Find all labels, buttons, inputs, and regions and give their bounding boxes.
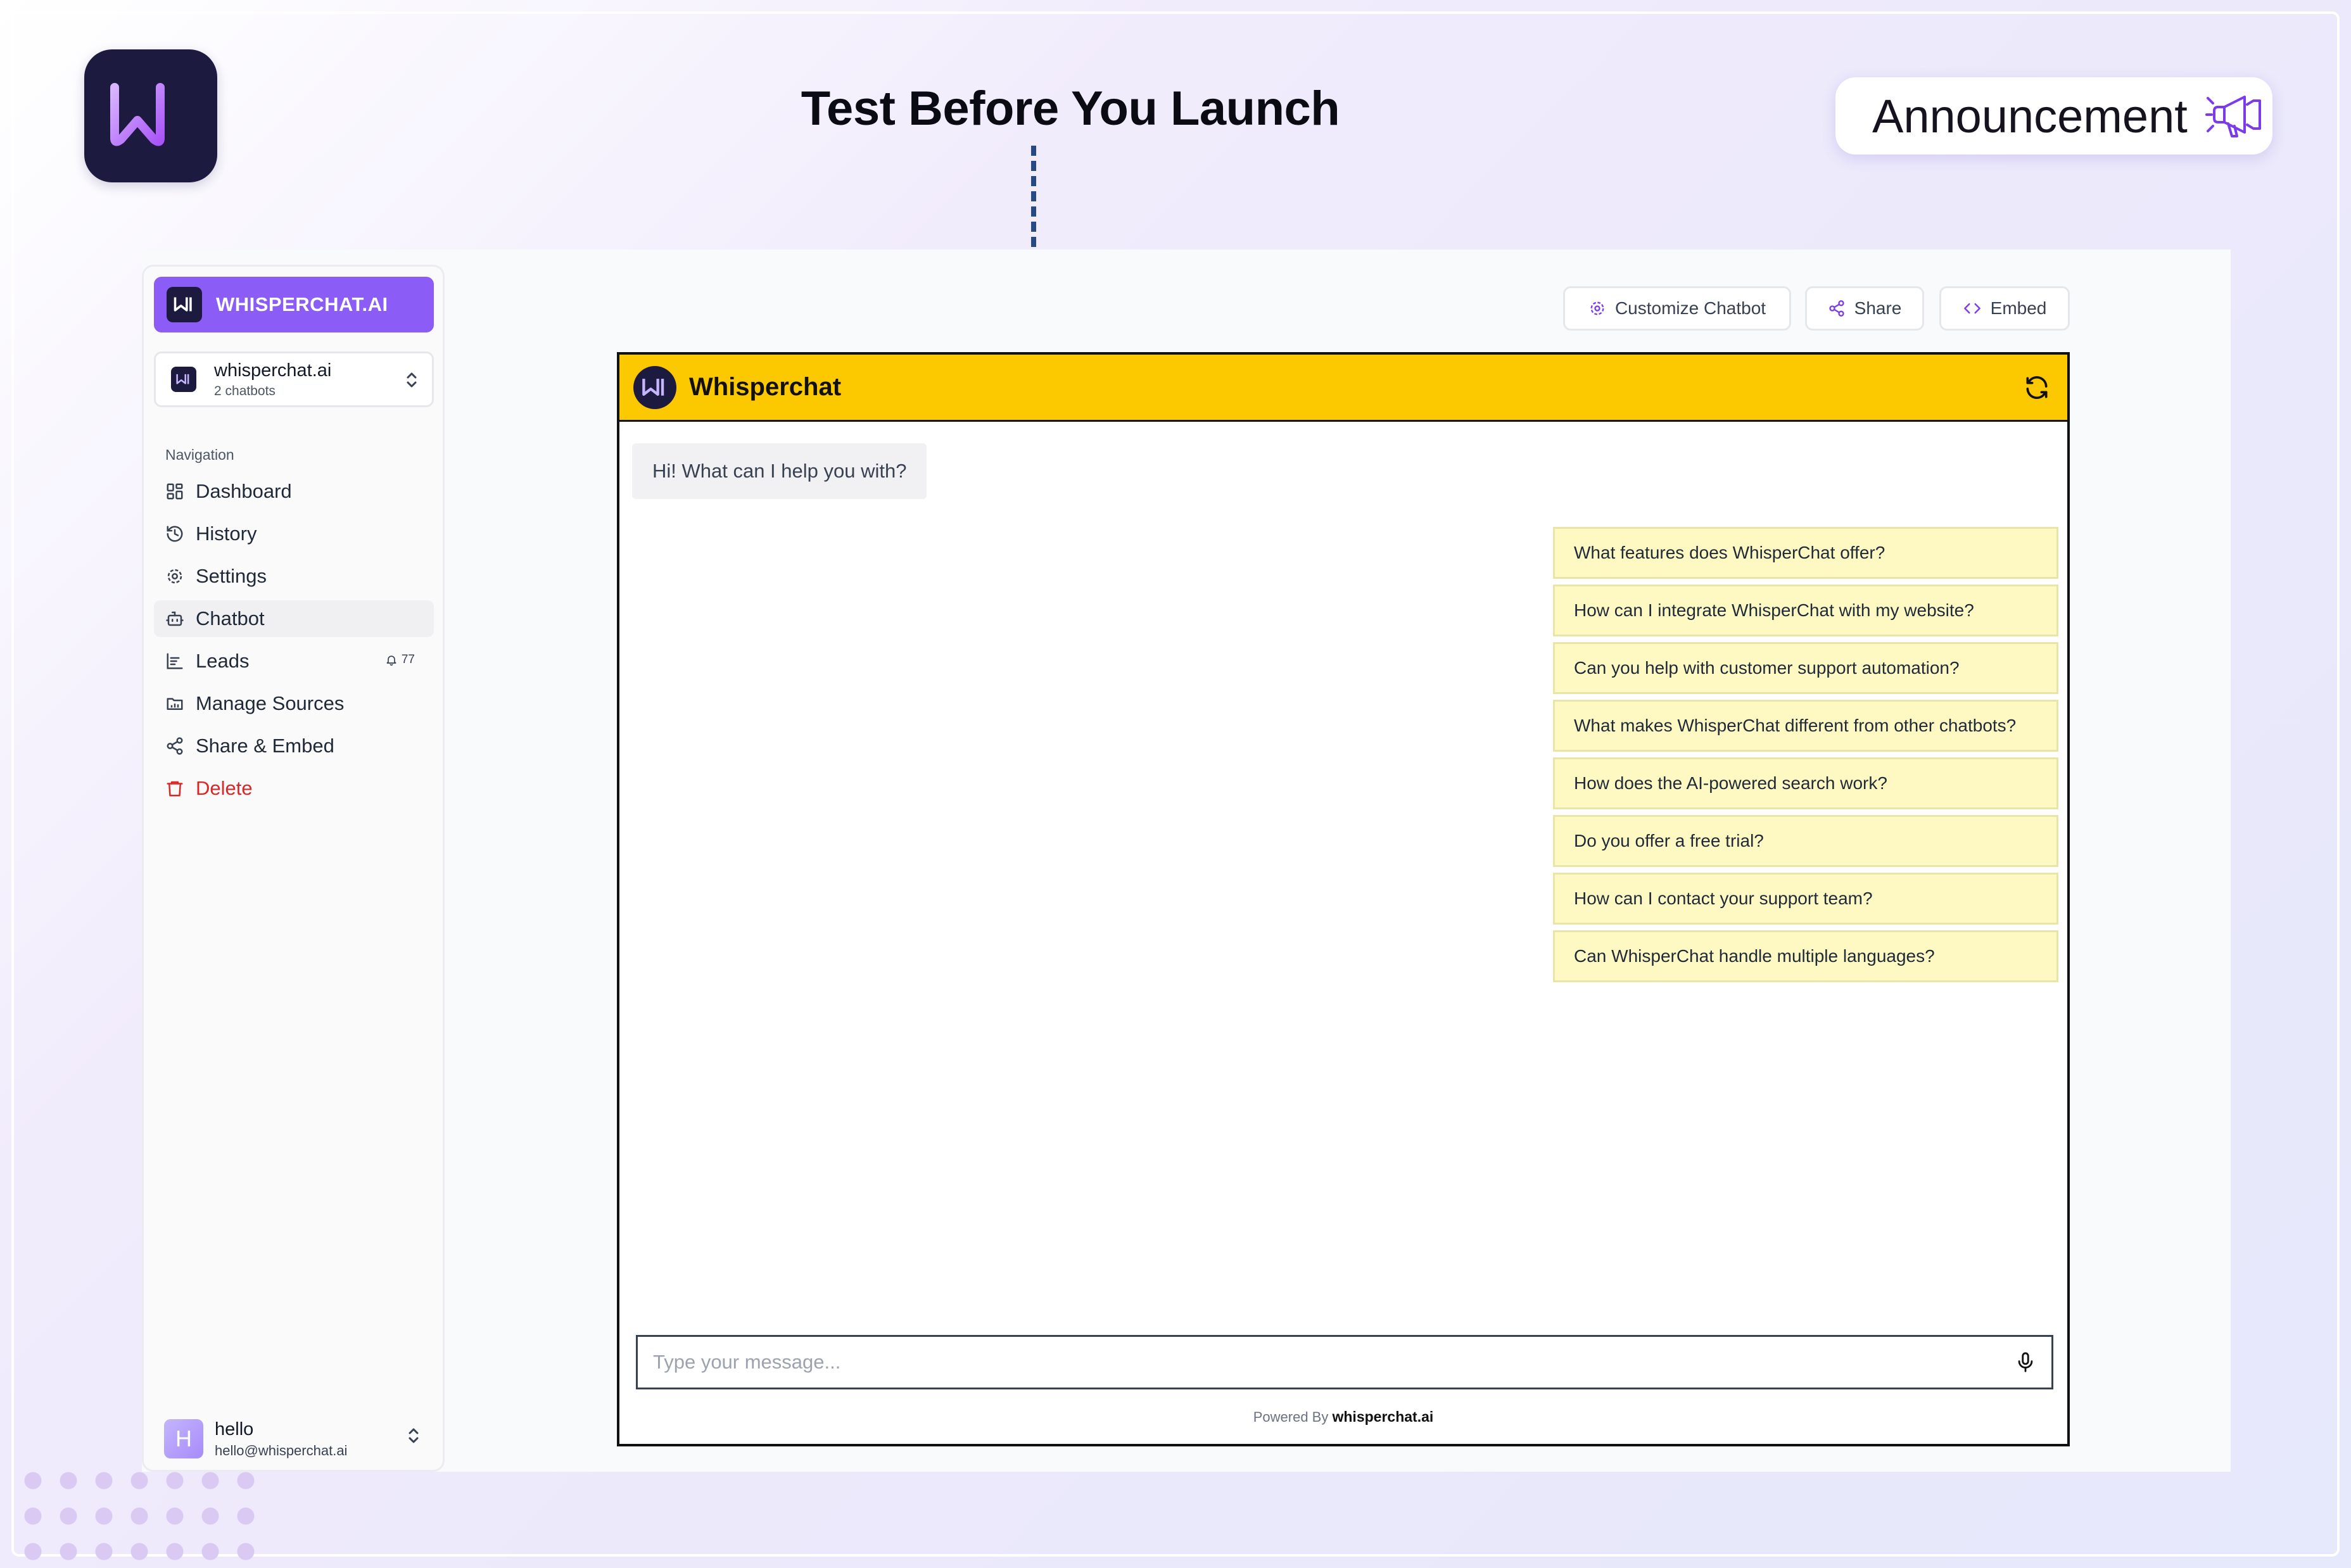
workspace-switcher[interactable]: whisperchat.ai 2 chatbots bbox=[154, 351, 434, 407]
suggestion-chip[interactable]: Do you offer a free trial? bbox=[1553, 815, 2058, 867]
message-input-box bbox=[636, 1335, 2053, 1389]
sidebar-brand[interactable]: WHISPERCHAT.AI bbox=[154, 277, 434, 332]
nav-list: Dashboard History Settings Chatbot Leads… bbox=[154, 473, 434, 812]
sidebar-item-label: Leads bbox=[196, 650, 250, 672]
suggestion-list: What features does WhisperChat offer? Ho… bbox=[1553, 527, 2058, 988]
app-screenshot: WHISPERCHAT.AI whisperchat.ai 2 chatbots… bbox=[142, 250, 2231, 1472]
announcement-button[interactable]: Announcement bbox=[1835, 77, 2272, 155]
brand-logo bbox=[84, 49, 217, 182]
sidebar-item-leads[interactable]: Leads 77 bbox=[154, 643, 434, 680]
brand-mini-logo-icon bbox=[167, 287, 202, 322]
suggestion-chip[interactable]: How can I integrate WhisperChat with my … bbox=[1553, 585, 2058, 636]
embed-label: Embed bbox=[1990, 298, 2047, 318]
share-button[interactable]: Share bbox=[1805, 286, 1924, 331]
bell-icon bbox=[386, 655, 396, 666]
settings-icon bbox=[167, 569, 182, 584]
refresh-icon[interactable] bbox=[2023, 374, 2051, 401]
embed-button[interactable]: Embed bbox=[1939, 286, 2070, 331]
powered-by: Powered By whisperchat.ai bbox=[619, 1408, 2067, 1426]
leads-count: 77 bbox=[401, 653, 415, 666]
bot-message: Hi! What can I help you with? bbox=[632, 443, 927, 499]
history-icon bbox=[167, 526, 183, 542]
share-icon bbox=[167, 737, 183, 755]
suggestion-chip[interactable]: Can you help with customer support autom… bbox=[1553, 642, 2058, 694]
workspace-name: whisperchat.ai bbox=[214, 360, 332, 381]
sidebar-item-label: Settings bbox=[196, 565, 267, 587]
microphone-icon[interactable] bbox=[2015, 1350, 2036, 1375]
sidebar-item-label: Manage Sources bbox=[196, 692, 345, 714]
gear-icon bbox=[1590, 301, 1604, 315]
decorative-dots bbox=[15, 1463, 269, 1564]
user-name: hello bbox=[215, 1419, 254, 1439]
user-email: hello@whisperchat.ai bbox=[215, 1442, 348, 1458]
sidebar-item-settings[interactable]: Settings bbox=[154, 558, 434, 595]
chat-header: Whisperchat bbox=[619, 355, 2067, 422]
sidebar-brand-label: WHISPERCHAT.AI bbox=[216, 293, 388, 315]
sidebar-item-manage-sources[interactable]: Manage Sources bbox=[154, 685, 434, 722]
wi-logo-icon bbox=[110, 83, 180, 146]
suggestion-chip[interactable]: Can WhisperChat handle multiple language… bbox=[1553, 930, 2058, 982]
chat-title: Whisperchat bbox=[689, 373, 842, 401]
megaphone-icon bbox=[2205, 96, 2261, 137]
chevron-updown-icon bbox=[409, 1428, 419, 1443]
share-label: Share bbox=[1854, 298, 1902, 318]
chat-logo-icon bbox=[633, 365, 676, 409]
suggestion-chip[interactable]: What makes WhisperChat different from ot… bbox=[1553, 700, 2058, 752]
announcement-label: Announcement bbox=[1872, 89, 2188, 142]
sidebar-item-dashboard[interactable]: Dashboard bbox=[154, 473, 434, 510]
sidebar: WHISPERCHAT.AI whisperchat.ai 2 chatbots… bbox=[142, 265, 445, 1472]
customize-chatbot-button[interactable]: Customize Chatbot bbox=[1563, 286, 1791, 331]
sidebar-item-share-embed[interactable]: Share & Embed bbox=[154, 728, 434, 764]
sidebar-item-delete[interactable]: Delete bbox=[154, 770, 434, 807]
page-headline: Test Before You Launch bbox=[801, 82, 1340, 136]
trash-icon bbox=[167, 781, 183, 797]
workspace-logo-icon bbox=[171, 367, 196, 392]
leads-icon bbox=[167, 653, 183, 669]
sidebar-item-label: Chatbot bbox=[196, 607, 265, 629]
powered-by-prefix: Powered By bbox=[1253, 1409, 1329, 1425]
sidebar-item-label: History bbox=[196, 522, 257, 545]
suggestion-chip[interactable]: How does the AI-powered search work? bbox=[1553, 757, 2058, 809]
sidebar-item-label: Share & Embed bbox=[196, 735, 334, 757]
customize-chatbot-label: Customize Chatbot bbox=[1614, 298, 1766, 318]
sidebar-item-label: Dashboard bbox=[196, 480, 292, 502]
avatar: H bbox=[164, 1419, 203, 1458]
bot-icon bbox=[166, 611, 184, 626]
powered-by-link[interactable]: whisperchat.ai bbox=[1332, 1408, 1433, 1425]
user-menu[interactable]: H hello hello@whisperchat.ai bbox=[154, 1412, 434, 1466]
message-input[interactable] bbox=[653, 1351, 2015, 1374]
suggestion-chip[interactable]: How can I contact your support team? bbox=[1553, 873, 2058, 925]
code-icon bbox=[1963, 303, 1980, 314]
folder-icon bbox=[167, 698, 183, 710]
sidebar-item-label: Delete bbox=[196, 777, 253, 799]
sidebar-item-history[interactable]: History bbox=[154, 515, 434, 552]
suggestion-chip[interactable]: What features does WhisperChat offer? bbox=[1553, 527, 2058, 579]
share-icon bbox=[1828, 300, 1844, 317]
nav-section-label: Navigation bbox=[165, 446, 234, 463]
workspace-count: 2 chatbots bbox=[214, 383, 276, 398]
leads-badge: 77 bbox=[385, 653, 415, 667]
chat-widget: Whisperchat Hi! What can I help you with… bbox=[617, 352, 2070, 1446]
dashboard-icon bbox=[167, 483, 183, 500]
sidebar-item-chatbot[interactable]: Chatbot bbox=[154, 600, 434, 637]
chevron-updown-icon bbox=[407, 372, 417, 388]
